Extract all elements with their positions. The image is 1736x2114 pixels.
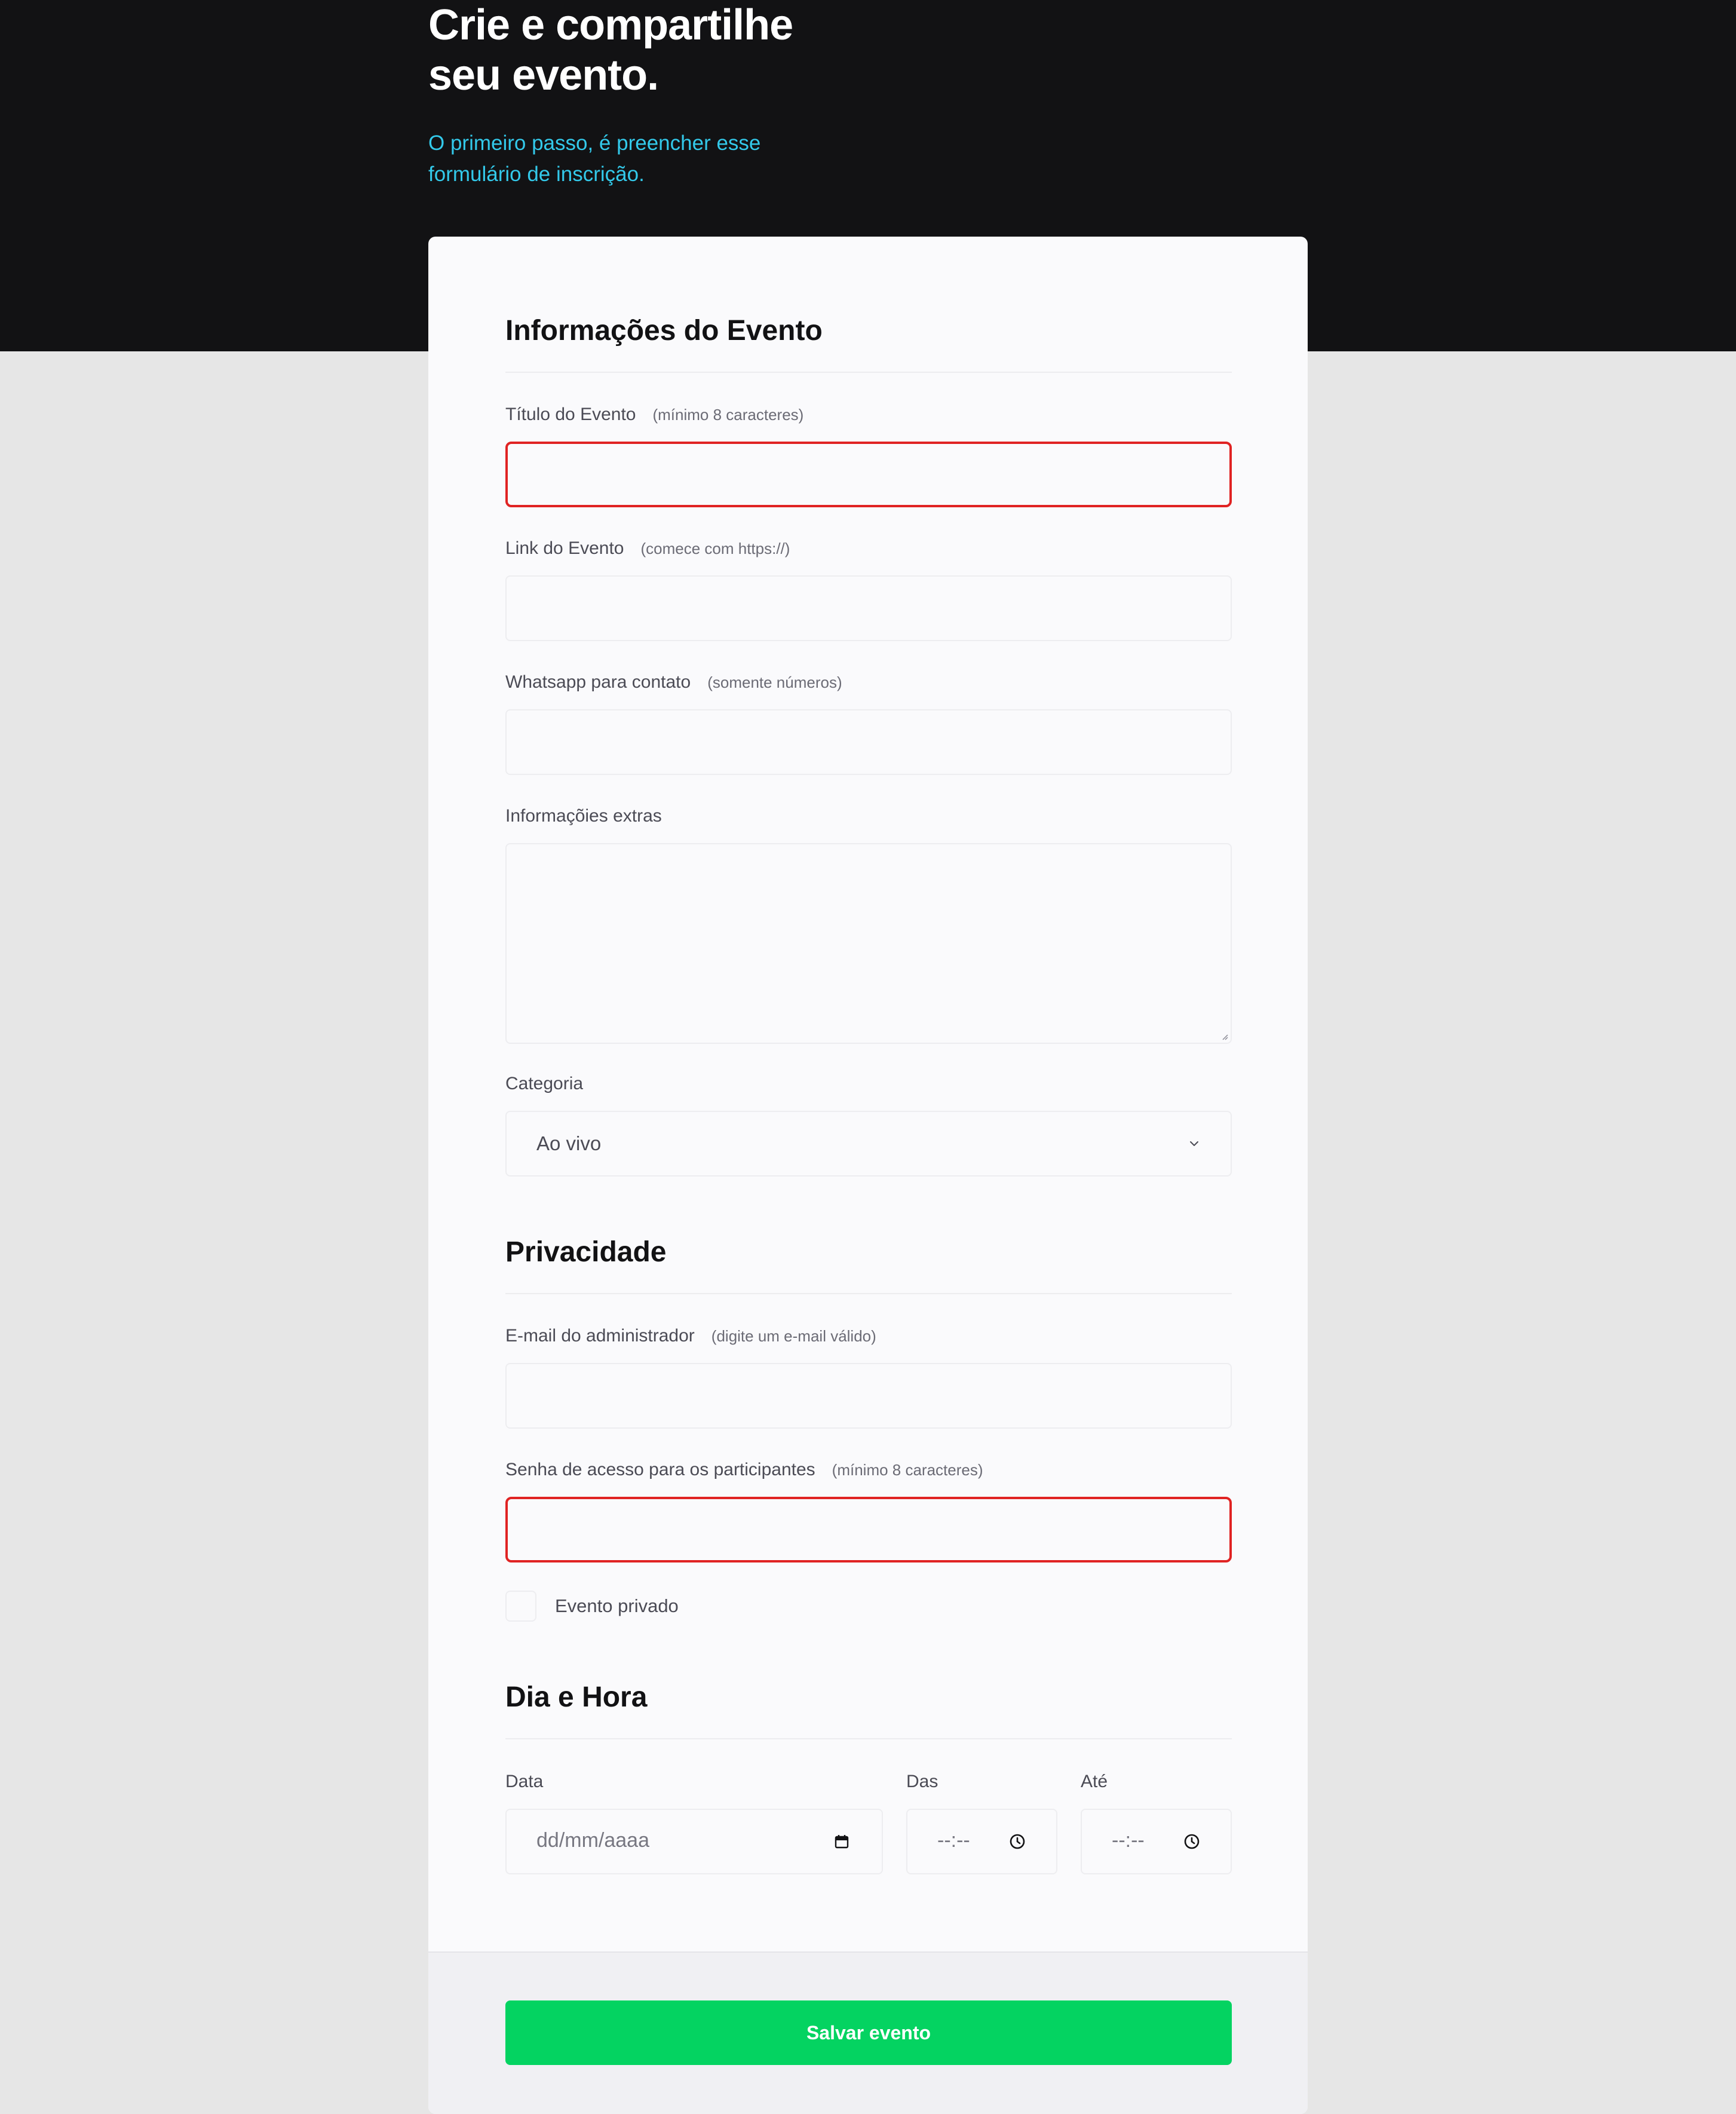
page-subtitle-line-1: O primeiro passo, é preencher esse [428, 131, 761, 155]
admin-email-hint: (digite um e-mail válido) [711, 1327, 876, 1345]
calendar-icon[interactable] [833, 1833, 851, 1850]
event-title-input[interactable] [505, 442, 1232, 507]
category-selected-value: Ao vivo [536, 1132, 602, 1154]
time-to-input[interactable]: --:-- [1081, 1809, 1232, 1874]
date-label: Data [505, 1772, 544, 1791]
section-title-datetime: Dia e Hora [505, 1681, 648, 1713]
whatsapp-field-label: Whatsapp para contato (somente números) [505, 672, 842, 693]
section-title-event-info: Informações do Evento [505, 315, 823, 347]
event-link-input[interactable] [505, 575, 1232, 641]
time-to-placeholder: --:-- [1112, 1829, 1145, 1852]
chevron-down-icon [1190, 1141, 1198, 1146]
page-title-line-2: seu evento. [428, 51, 659, 99]
time-from-placeholder: --:-- [937, 1829, 970, 1852]
section-divider [505, 1293, 1232, 1294]
date-input[interactable]: dd/mm/aaaa [505, 1809, 883, 1874]
access-password-input[interactable] [505, 1497, 1232, 1562]
private-event-label[interactable]: Evento privado [555, 1595, 679, 1617]
section-divider [505, 1738, 1232, 1739]
page-title: Crie e compartilhe seu evento. [428, 0, 966, 100]
page-subtitle: O primeiro passo, é preencher esse formu… [428, 128, 811, 190]
date-placeholder: dd/mm/aaaa [536, 1829, 649, 1852]
time-from-label: Das [906, 1772, 938, 1791]
section-divider [505, 372, 1232, 373]
password-hint: (mínimo 8 caracteres) [832, 1461, 983, 1479]
link-label-text: Link do Evento [505, 538, 624, 558]
admin-email-label: E-mail do administrador (digite um e-mail… [505, 1326, 876, 1346]
resize-handle-icon[interactable] [1221, 1033, 1228, 1040]
page-title-line-1: Crie e compartilhe [428, 1, 793, 49]
title-label-text: Título do Evento [505, 405, 636, 424]
extra-info-label: Informaçõies extras [505, 806, 662, 826]
category-label: Categoria [505, 1074, 584, 1093]
page-subtitle-line-2: formulário de inscrição. [428, 163, 645, 186]
whatsapp-input[interactable] [505, 709, 1232, 775]
event-form-card: Informações do Evento Título do Evento (m… [428, 237, 1308, 2114]
admin-email-input[interactable] [505, 1363, 1232, 1429]
title-field-label: Título do Evento (mínimo 8 caracteres) [505, 405, 803, 425]
form-footer: Salvar evento [428, 1951, 1308, 2114]
time-from-input[interactable]: --:-- [906, 1809, 1057, 1874]
save-event-button[interactable]: Salvar evento [505, 2000, 1232, 2065]
section-title-privacy: Privacidade [505, 1236, 667, 1268]
category-select[interactable]: Ao vivo [505, 1111, 1232, 1177]
password-label: Senha de acesso para os participantes (mí… [505, 1460, 983, 1480]
link-field-label: Link do Evento (comece com https://) [505, 538, 790, 559]
whatsapp-label-text: Whatsapp para contato [505, 672, 691, 692]
clock-icon[interactable] [1008, 1833, 1026, 1850]
extra-info-textarea[interactable] [505, 843, 1232, 1044]
clock-icon[interactable] [1183, 1833, 1201, 1850]
title-hint: (mínimo 8 caracteres) [652, 406, 804, 424]
admin-email-label-text: E-mail do administrador [505, 1326, 695, 1346]
whatsapp-hint: (somente números) [707, 673, 842, 691]
password-label-text: Senha de acesso para os participantes [505, 1460, 815, 1479]
link-hint: (comece com https://) [640, 540, 790, 557]
private-event-checkbox[interactable] [505, 1591, 536, 1622]
time-to-label: Até [1081, 1772, 1108, 1791]
